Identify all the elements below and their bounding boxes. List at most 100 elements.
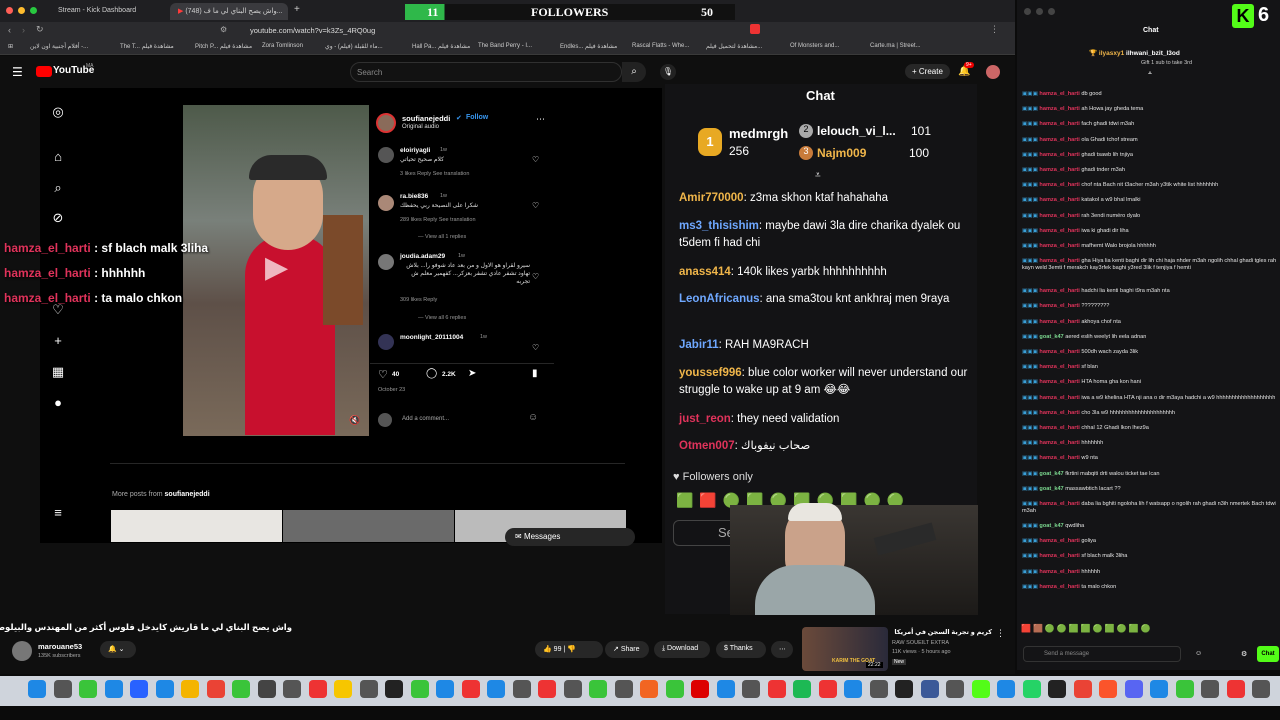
post-image[interactable]: ▶ 🔇 xyxy=(183,105,369,436)
dashboard-chat-user[interactable]: hamza_el_harti xyxy=(1039,319,1079,325)
comment-user[interactable]: eloiriyagli xyxy=(400,147,430,154)
apps-icon[interactable]: ⊞ xyxy=(8,43,13,50)
tab-kick-dashboard[interactable]: Stream - Kick Dashboard xyxy=(50,3,165,20)
dashboard-chat-user[interactable]: hamza_el_harti xyxy=(1039,349,1079,355)
dock-app-icon[interactable] xyxy=(308,680,327,698)
explore-icon[interactable]: ⊘ xyxy=(50,210,66,226)
dock-app-icon[interactable] xyxy=(920,680,939,698)
gear-icon[interactable]: ⚙ xyxy=(1241,650,1247,658)
send-chat-button[interactable]: Chat xyxy=(1257,646,1279,662)
search-icon[interactable]: ⌕ xyxy=(50,180,66,196)
dock-app-icon[interactable] xyxy=(1226,680,1245,698)
channel-name[interactable]: marouane53 xyxy=(38,642,82,651)
dock-app-icon[interactable] xyxy=(79,680,97,698)
view-replies-link[interactable]: — View all 6 replies xyxy=(418,315,466,321)
dock-app-icon[interactable] xyxy=(359,680,378,698)
instagram-icon[interactable]: ◎ xyxy=(50,104,66,120)
dashboard-chat-user[interactable]: hamza_el_harti xyxy=(1039,288,1079,294)
gift-user[interactable]: ilyasxy1 xyxy=(1099,50,1124,57)
bookmark-item[interactable]: ماء للقبلة (فيلم) - وي... xyxy=(325,43,383,50)
chat-user[interactable]: Jabir11 xyxy=(679,339,719,351)
dock-app-icon[interactable] xyxy=(257,680,276,698)
dashboard-chat-user[interactable]: hamza_el_harti xyxy=(1039,137,1079,143)
dock-app-icon[interactable] xyxy=(334,680,352,698)
dock-app-icon[interactable] xyxy=(1073,680,1092,698)
more-posts-user[interactable]: soufianejeddi xyxy=(165,491,210,498)
chat-user[interactable]: Otmen007 xyxy=(679,440,735,452)
dock-app-icon[interactable] xyxy=(1175,680,1194,698)
comment-user[interactable]: joudia.adam29 xyxy=(400,253,445,260)
dock-app-icon[interactable] xyxy=(691,680,709,698)
channel-avatar[interactable] xyxy=(12,641,32,661)
recommended-title[interactable]: كريم و تجربة السجن في أمريكا xyxy=(892,628,992,636)
download-button[interactable]: ⤓ Download xyxy=(654,641,710,658)
commenter-avatar[interactable] xyxy=(378,147,394,163)
dock-app-icon[interactable] xyxy=(1201,680,1219,698)
new-tab-icon[interactable]: + xyxy=(294,4,300,15)
bookmark-item[interactable]: أفلام أجنبية اون لاين -... xyxy=(30,43,88,50)
dock-app-icon[interactable] xyxy=(971,680,990,698)
dock-app-icon[interactable] xyxy=(283,680,301,698)
bookmark-item[interactable]: Carte.ma | Street... xyxy=(870,43,921,49)
minimize-window-icon[interactable] xyxy=(18,7,25,14)
recommended-thumbnail[interactable]: KARIM THE GOAT 22:22 xyxy=(802,627,888,671)
url-field[interactable]: youtube.com/watch?v=k3Zs_4RQ0ug xyxy=(250,24,700,38)
dock-app-icon[interactable] xyxy=(614,680,633,698)
reload-icon[interactable]: ↻ xyxy=(36,24,44,35)
bookmark-item[interactable]: Hall Pa... مشاهدة فيلم xyxy=(412,43,470,50)
bookmark-item[interactable]: The T... مشاهدة فيلم xyxy=(120,43,174,50)
commenter-avatar[interactable] xyxy=(378,334,394,350)
dock-app-icon[interactable] xyxy=(538,680,556,698)
dashboard-chat-user[interactable]: hamza_el_harti xyxy=(1039,106,1079,112)
author-avatar[interactable] xyxy=(376,113,396,133)
dock-app-icon[interactable] xyxy=(716,680,735,698)
dock-app-icon[interactable] xyxy=(895,680,913,698)
dashboard-chat-user[interactable]: hamza_el_harti xyxy=(1039,303,1079,309)
gifter-name[interactable]: Najm009 xyxy=(817,146,866,160)
dashboard-chat-user[interactable]: hamza_el_harti xyxy=(1039,91,1079,97)
gifter-name[interactable]: lelouch_vi_l... xyxy=(817,124,896,138)
author-name[interactable]: soufianejeddi xyxy=(402,114,450,123)
search-icon[interactable]: ⌕ xyxy=(622,62,646,82)
create-button[interactable]: + Create xyxy=(905,64,950,79)
dock-app-icon[interactable] xyxy=(793,680,811,698)
mute-icon[interactable]: 🔇 xyxy=(349,415,360,426)
dashboard-chat-user[interactable]: hamza_el_harti xyxy=(1039,213,1079,219)
chat-user[interactable]: anass414 xyxy=(679,266,731,278)
dock-app-icon[interactable] xyxy=(563,680,582,698)
dashboard-chat-user[interactable]: hamza_el_harti xyxy=(1039,553,1079,559)
dashboard-chat-user[interactable]: hamza_el_harti xyxy=(1039,197,1079,203)
dock-app-icon[interactable] xyxy=(997,680,1015,698)
youtube-logo-icon[interactable] xyxy=(36,66,52,77)
dock-app-icon[interactable] xyxy=(104,680,123,698)
bookmark-item[interactable]: Zora Tomlinson xyxy=(262,43,303,49)
dashboard-chat-user[interactable]: goat_k47 xyxy=(1039,523,1063,529)
dashboard-chat-user[interactable]: hamza_el_harti xyxy=(1039,584,1079,590)
dashboard-icon[interactable]: ▦ xyxy=(50,364,66,380)
dashboard-chat-user[interactable]: hamza_el_harti xyxy=(1039,410,1079,416)
play-icon[interactable]: ▶ xyxy=(265,250,288,285)
dashboard-chat-user[interactable]: goat_k47 xyxy=(1039,471,1063,477)
heart-icon[interactable]: ♡ xyxy=(532,343,539,352)
dock-app-icon[interactable] xyxy=(206,680,225,698)
tune-icon[interactable]: ⚙ xyxy=(220,25,227,34)
dock-app-icon[interactable] xyxy=(385,680,403,698)
dock-app-icon[interactable] xyxy=(461,680,480,698)
chat-user[interactable]: just_reon xyxy=(679,413,731,425)
dock-app-icon[interactable] xyxy=(130,680,148,698)
chat-user[interactable]: ms3_thisishim xyxy=(679,220,759,232)
heart-icon[interactable]: ♡ xyxy=(532,201,539,210)
close-window-icon[interactable] xyxy=(1024,8,1031,15)
comment-user[interactable]: ra.bie836 xyxy=(400,193,428,200)
dock-app-icon[interactable] xyxy=(155,680,174,698)
dock-app-icon[interactable] xyxy=(1150,680,1168,698)
dashboard-chat-user[interactable]: hamza_el_harti xyxy=(1039,440,1079,446)
dock-app-icon[interactable] xyxy=(1048,680,1066,698)
close-window-icon[interactable] xyxy=(6,7,13,14)
view-replies-link[interactable]: — View all 1 replies xyxy=(418,234,466,240)
dashboard-chat-user[interactable]: hamza_el_harti xyxy=(1039,228,1079,234)
share-icon[interactable]: ➤ xyxy=(468,368,476,379)
more-post-thumb[interactable] xyxy=(111,510,282,542)
menu-icon[interactable]: ⋮ xyxy=(990,24,999,35)
extension-icon[interactable] xyxy=(750,24,760,34)
